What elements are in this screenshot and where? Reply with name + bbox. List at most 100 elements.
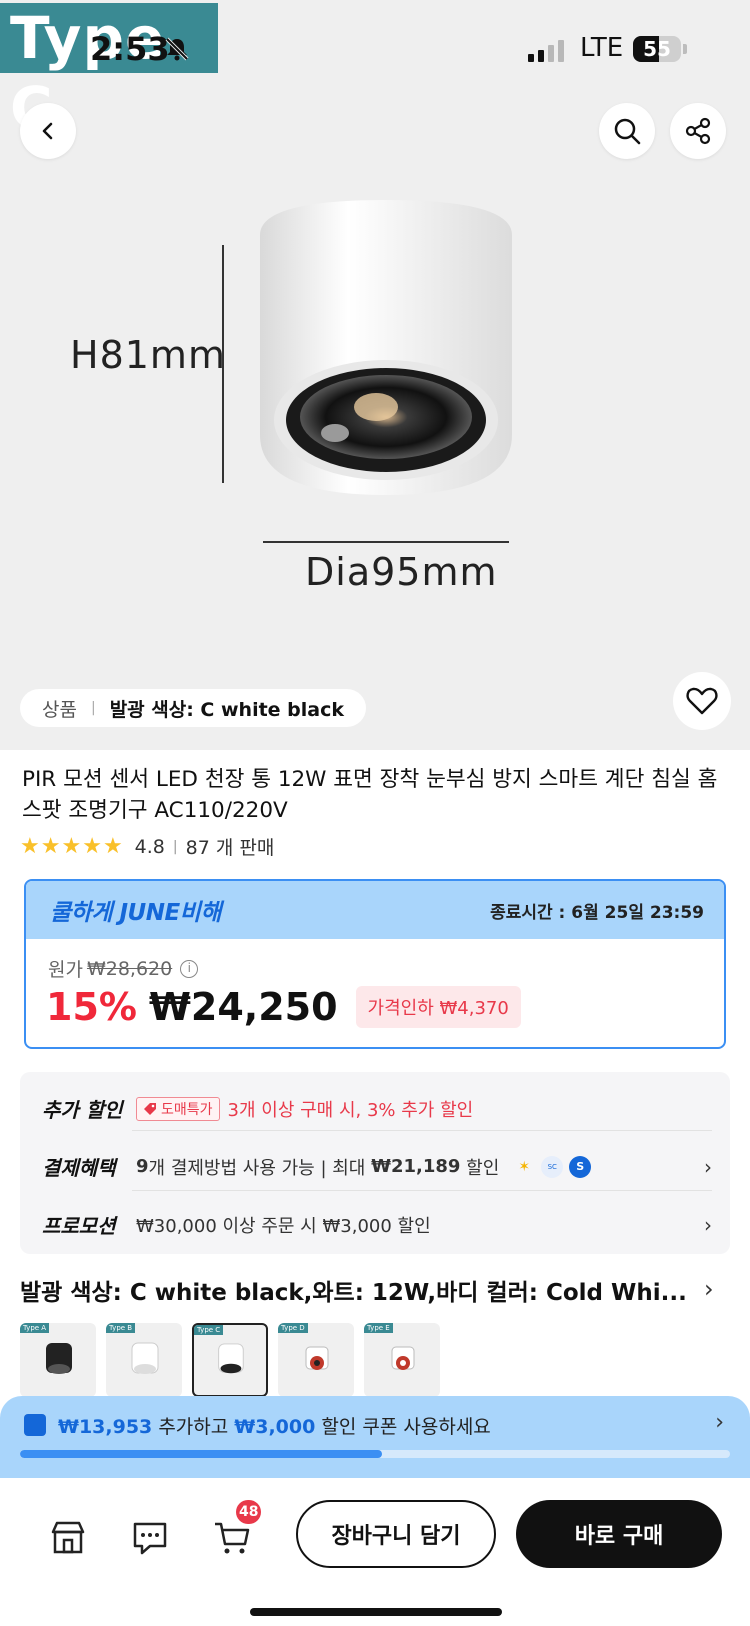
share-icon — [685, 117, 711, 145]
chevron-right-icon: › — [704, 1212, 712, 1237]
wholesale-tag: 도매특가 — [136, 1096, 220, 1121]
promotion-label: 프로모션 — [42, 1214, 116, 1238]
kb-card-icon: ✶ — [518, 1158, 531, 1175]
heart-icon — [686, 687, 718, 715]
promo-name: 쿨하게 JUNE비해 — [50, 900, 222, 926]
chip-divider: | — [90, 700, 96, 716]
search-button[interactable] — [599, 103, 655, 159]
product-detail-page: H81mm Dia95mm Type C 2:53 LTE 55 — [0, 0, 750, 1626]
diameter-dimension-line — [263, 541, 509, 543]
payment-benefit-row[interactable]: 결제혜택 9 개 결제방법 사용 가능 | 최대 ₩21,189 할인 ✶ SC… — [42, 1152, 712, 1181]
payment-icons: ✶ SC S — [513, 1155, 592, 1178]
chevron-right-icon[interactable]: › — [704, 1275, 714, 1303]
cart-icon[interactable] — [212, 1518, 252, 1558]
star-icon: ★ — [40, 833, 61, 859]
battery-level: 55 — [643, 37, 671, 61]
promotion-text: ₩30,000 이상 주문 시 ₩3,000 할인 — [136, 1215, 431, 1237]
coupon-discount: ₩3,000 — [234, 1416, 316, 1438]
diameter-label: Dia95mm — [305, 550, 498, 594]
recessed-lamp-thumb — [305, 1346, 329, 1370]
samsung-card-icon: SC — [541, 1155, 564, 1178]
star-icon: ★ — [20, 833, 40, 859]
coupon-text: ₩13,953 추가하고 ₩3,000 할인 쿠폰 사용하세요 — [58, 1412, 491, 1439]
chip-value: 발광 색상: C white black — [109, 698, 345, 721]
status-bar: Type C 2:53 LTE 55 — [0, 0, 750, 142]
rating-row[interactable]: ★ ★ ★ ★ ★ 4.8 | 87 개 판매 — [20, 833, 274, 860]
option-thumb[interactable]: Type A — [20, 1323, 96, 1397]
coupon-progress-track — [20, 1450, 730, 1458]
option-thumb[interactable]: Type D — [278, 1323, 354, 1397]
wishlist-button[interactable] — [673, 672, 731, 730]
promo-end-time: 종료시간 : 6월 25일 23:59 — [490, 902, 704, 923]
signal-icon — [528, 38, 564, 62]
rating-divider: | — [172, 838, 178, 855]
product-title: PIR 모션 센서 LED 천장 통 12W 표면 장착 눈부심 방지 스마트 … — [22, 767, 718, 823]
search-icon — [614, 118, 641, 145]
discount-percent: 15% — [46, 985, 137, 1029]
coupon-text-tail: 할인 쿠폰 사용하세요 — [315, 1416, 491, 1438]
thumb-badge: Type A — [20, 1323, 50, 1333]
promo-header: 쿨하게 JUNE비해 종료시간 : 6월 25일 23:59 — [26, 881, 724, 939]
payment-text-tail: 할인 — [460, 1157, 500, 1179]
payment-benefit-label: 결제혜택 — [42, 1156, 116, 1180]
sale-price-row: 15% ₩24,250 가격인하 ₩4,370 — [46, 985, 521, 1029]
benefits-panel: 추가 할인 도매특가 3개 이상 구매 시, 3% 추가 할인 결제혜택 9 개… — [20, 1072, 730, 1254]
option-thumb[interactable]: Type E — [364, 1323, 440, 1397]
sale-price: ₩24,250 — [148, 985, 338, 1029]
bottom-action-bar: 48 장바구니 담기 바로 구매 — [0, 1478, 750, 1626]
price-drop-badge: 가격인하 ₩4,370 — [355, 986, 521, 1028]
wholesale-tag-label: 도매특가 — [161, 1101, 213, 1118]
add-to-cart-button[interactable]: 장바구니 담기 — [296, 1500, 496, 1568]
chat-icon[interactable] — [130, 1518, 170, 1558]
coupon-remaining-amount: ₩13,953 — [58, 1416, 153, 1438]
divider — [132, 1130, 712, 1131]
payment-text: 개 결제방법 사용 가능 | 최대 — [148, 1157, 372, 1179]
tag-icon — [144, 1102, 156, 1115]
promotion-row[interactable]: 프로모션 ₩30,000 이상 주문 시 ₩3,000 할인 › — [42, 1210, 712, 1239]
coupon-progress-fill — [20, 1450, 383, 1458]
divider — [132, 1190, 712, 1191]
lamp-white-thumb — [131, 1342, 159, 1374]
share-button[interactable] — [670, 103, 726, 159]
chip-label: 상품 — [42, 698, 77, 721]
option-thumb[interactable]: Type B — [106, 1323, 182, 1397]
info-icon[interactable]: i — [180, 959, 199, 978]
coupon-icon — [24, 1414, 46, 1436]
extra-discount-text: 3개 이상 구매 시, 3% 추가 할인 — [227, 1099, 474, 1121]
original-price-label: 원가 — [48, 959, 83, 981]
payment-method-count: 9 — [136, 1156, 149, 1177]
chevron-left-icon — [42, 122, 53, 140]
buy-now-button[interactable]: 바로 구매 — [516, 1500, 722, 1568]
lamp-white-black-thumb — [218, 1343, 244, 1374]
selected-option-chip[interactable]: 상품 | 발광 색상: C white black — [20, 689, 367, 727]
product-image[interactable]: H81mm Dia95mm Type C 2:53 LTE 55 — [0, 0, 750, 750]
chevron-right-icon: › — [715, 1410, 724, 1435]
star-rating: ★ ★ ★ ★ ★ — [20, 833, 123, 859]
original-price-row: 원가 ₩28,620 i — [48, 955, 199, 982]
height-label: H81mm — [70, 333, 226, 377]
coupon-banner[interactable]: ₩13,953 추가하고 ₩3,000 할인 쿠폰 사용하세요 › — [0, 1396, 750, 1478]
thumb-badge: Type D — [278, 1323, 308, 1333]
thumb-badge: Type E — [364, 1323, 393, 1333]
star-icon: ★ — [102, 833, 123, 859]
status-time: 2:53 — [90, 30, 170, 68]
coupon-text-mid: 추가하고 — [152, 1416, 235, 1438]
rating-value: 4.8 — [134, 835, 165, 858]
home-indicator — [250, 1608, 502, 1616]
extra-discount-row: 추가 할인 도매특가 3개 이상 구매 시, 3% 추가 할인 — [42, 1094, 712, 1123]
recessed-lamp-thumb — [391, 1346, 415, 1370]
thumb-badge: Type B — [106, 1323, 136, 1333]
thumb-badge: Type C — [194, 1325, 224, 1335]
original-price: ₩28,620 — [86, 957, 173, 980]
battery-tip — [683, 44, 687, 54]
lamp-black-thumb — [46, 1343, 72, 1374]
cart-count-badge: 48 — [236, 1500, 262, 1524]
sold-count: 87 개 판매 — [185, 837, 275, 859]
store-icon[interactable] — [48, 1518, 88, 1558]
chevron-right-icon: › — [704, 1154, 712, 1179]
star-icon: ★ — [82, 833, 102, 859]
shinhan-card-icon: S — [569, 1155, 592, 1178]
back-button[interactable] — [20, 103, 76, 159]
option-summary[interactable]: 발광 색상: C white black,와트: 12W,바디 컬러: Cold… — [20, 1273, 732, 1307]
option-thumb-selected[interactable]: Type C — [192, 1323, 268, 1397]
